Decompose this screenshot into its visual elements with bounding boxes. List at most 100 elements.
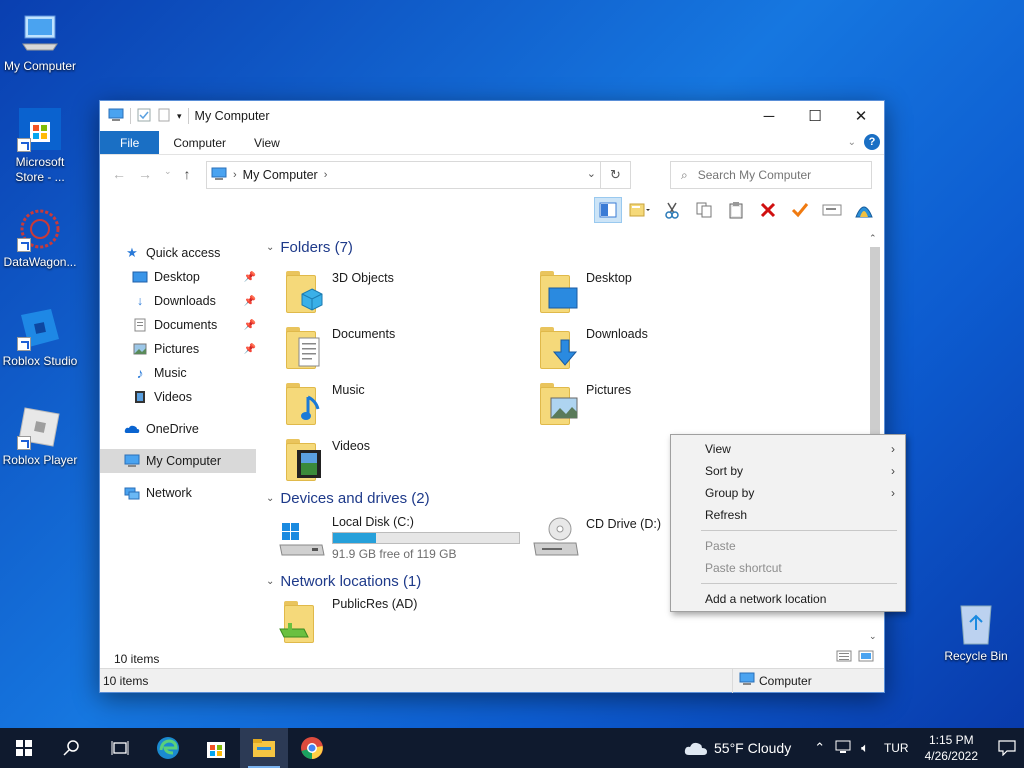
large-icons-view-icon[interactable]: [858, 650, 874, 665]
weather-text: 55°F Cloudy: [714, 740, 792, 756]
drive-cd-d[interactable]: CD Drive (D:): [532, 517, 661, 565]
nav-music[interactable]: ♪ Music: [100, 361, 260, 385]
pin-icon[interactable]: 📌: [244, 344, 256, 355]
customize-qat-icon[interactable]: ▾: [177, 111, 182, 122]
recent-locations-icon[interactable]: ⌄: [164, 166, 172, 182]
tile-label: Music: [332, 383, 365, 397]
taskbar-store[interactable]: [192, 728, 240, 768]
preview-pane-icon[interactable]: [594, 197, 622, 223]
copy-icon[interactable]: [690, 197, 718, 223]
chevron-up-icon[interactable]: ⌃: [814, 740, 825, 756]
nav-label: Videos: [154, 390, 192, 404]
group-header-network[interactable]: ⌄ Network locations (1): [266, 573, 421, 590]
network-location-publicres[interactable]: PublicRes (AD): [278, 597, 417, 643]
checkmark-icon[interactable]: [786, 197, 814, 223]
speaker-icon[interactable]: 🔈︎: [861, 740, 869, 756]
nav-desktop[interactable]: Desktop 📌: [100, 265, 260, 289]
clock[interactable]: 1:15 PM 4/26/2022: [925, 732, 978, 764]
shell-icon[interactable]: [850, 197, 878, 223]
folder-documents[interactable]: Documents: [284, 323, 395, 371]
scroll-down-icon[interactable]: ⌄: [869, 631, 877, 642]
scroll-up-icon[interactable]: ⌃: [869, 233, 877, 244]
maximize-button[interactable]: ☐: [792, 101, 838, 131]
desktop-icon-microsoft-store[interactable]: Microsoft Store - ...: [0, 106, 80, 185]
menu-item-sort-by[interactable]: Sort by ›: [671, 460, 905, 482]
folder-pictures[interactable]: Pictures: [538, 379, 631, 427]
desktop-icon-datawagon[interactable]: DataWagon...: [0, 206, 80, 270]
delete-icon[interactable]: [754, 197, 782, 223]
back-button[interactable]: ←: [112, 166, 126, 182]
nav-quick-access[interactable]: ★ Quick access: [100, 241, 260, 265]
folder-music[interactable]: Music: [284, 379, 365, 427]
taskbar-file-explorer[interactable]: [240, 728, 288, 768]
new-folder-icon[interactable]: [157, 108, 171, 125]
tile-label: Documents: [332, 327, 396, 341]
folder-videos[interactable]: Videos: [284, 435, 370, 483]
properties-icon[interactable]: [137, 108, 151, 125]
folder-videos-icon: [284, 435, 328, 483]
status-item-count: 10 items: [103, 673, 149, 688]
scrollbar-thumb[interactable]: [870, 247, 880, 437]
minimize-button[interactable]: ─: [746, 101, 792, 131]
nav-documents[interactable]: Documents 📌: [100, 313, 260, 337]
nav-onedrive[interactable]: OneDrive: [100, 417, 260, 441]
nav-network[interactable]: Network: [100, 481, 260, 505]
task-view-button[interactable]: [96, 728, 144, 768]
nav-videos[interactable]: Videos: [100, 385, 260, 409]
menu-item-view[interactable]: View ›: [671, 438, 905, 460]
folder-downloads[interactable]: Downloads: [538, 323, 648, 371]
nav-downloads[interactable]: ↓ Downloads 📌: [100, 289, 260, 313]
views-icon[interactable]: [626, 197, 654, 223]
tab-computer[interactable]: Computer: [159, 131, 240, 154]
breadcrumb-separator-icon[interactable]: ›: [233, 169, 237, 181]
start-button[interactable]: [0, 728, 48, 768]
pin-icon[interactable]: 📌: [244, 320, 256, 331]
breadcrumb[interactable]: My Computer: [243, 168, 318, 182]
desktop-icon-my-computer[interactable]: My Computer: [0, 10, 80, 74]
taskbar-edge[interactable]: [144, 728, 192, 768]
breadcrumb-separator-icon[interactable]: ›: [324, 169, 328, 181]
expand-ribbon-icon[interactable]: ⌄: [848, 137, 856, 148]
weather-widget[interactable]: 55°F Cloudy: [684, 740, 791, 756]
group-header-folders[interactable]: ⌄ Folders (7): [266, 239, 353, 256]
group-title: Folders (7): [280, 239, 353, 256]
pin-icon[interactable]: 📌: [244, 272, 256, 283]
title-bar[interactable]: ▾ My Computer ─ ☐ ✕: [100, 101, 884, 131]
paste-icon[interactable]: [722, 197, 750, 223]
menu-item-refresh[interactable]: Refresh: [671, 504, 905, 526]
desktop-icon-roblox-player[interactable]: Roblox Player: [0, 404, 80, 468]
forward-button[interactable]: →: [138, 166, 152, 182]
details-view-icon[interactable]: [836, 650, 852, 665]
tab-file[interactable]: File: [100, 131, 160, 154]
taskbar-chrome[interactable]: [288, 728, 336, 768]
search-input[interactable]: [697, 168, 848, 182]
folder-desktop[interactable]: Desktop: [538, 267, 632, 315]
item-count: 10 items: [114, 652, 160, 666]
refresh-button[interactable]: ↻: [600, 162, 630, 188]
language-indicator[interactable]: TUR: [884, 741, 909, 755]
notification-center-button[interactable]: [990, 728, 1024, 768]
tab-view[interactable]: View: [240, 131, 294, 154]
network-status-icon[interactable]: [835, 740, 851, 757]
cut-icon[interactable]: [658, 197, 686, 223]
folder-3d-objects[interactable]: 3D Objects: [284, 267, 394, 315]
search-box[interactable]: ⌕: [670, 161, 872, 189]
desktop-icon-recycle-bin[interactable]: Recycle Bin: [936, 600, 1016, 663]
close-button[interactable]: ✕: [838, 101, 884, 131]
desktop-icon-roblox-studio[interactable]: Roblox Studio: [0, 305, 80, 369]
drive-local-disk-c[interactable]: Local Disk (C:) 91.9 GB free of 119 GB: [278, 515, 520, 563]
nav-pictures[interactable]: Pictures 📌: [100, 337, 260, 361]
address-bar[interactable]: › My Computer › ⌄ ↻: [206, 161, 631, 189]
pin-icon[interactable]: 📌: [244, 296, 256, 307]
chevron-down-icon[interactable]: ⌄: [587, 167, 596, 180]
up-button[interactable]: ↑: [184, 166, 191, 182]
group-header-devices[interactable]: ⌄ Devices and drives (2): [266, 490, 430, 507]
search-button[interactable]: [48, 728, 96, 768]
menu-item-group-by[interactable]: Group by ›: [671, 482, 905, 504]
rename-icon[interactable]: [818, 197, 846, 223]
chrome-icon: [301, 737, 323, 759]
chevron-down-icon: ⌄: [266, 493, 275, 504]
menu-item-add-network-location[interactable]: Add a network location: [671, 588, 905, 610]
nav-my-computer[interactable]: My Computer: [100, 449, 256, 473]
help-icon[interactable]: ?: [864, 134, 880, 150]
